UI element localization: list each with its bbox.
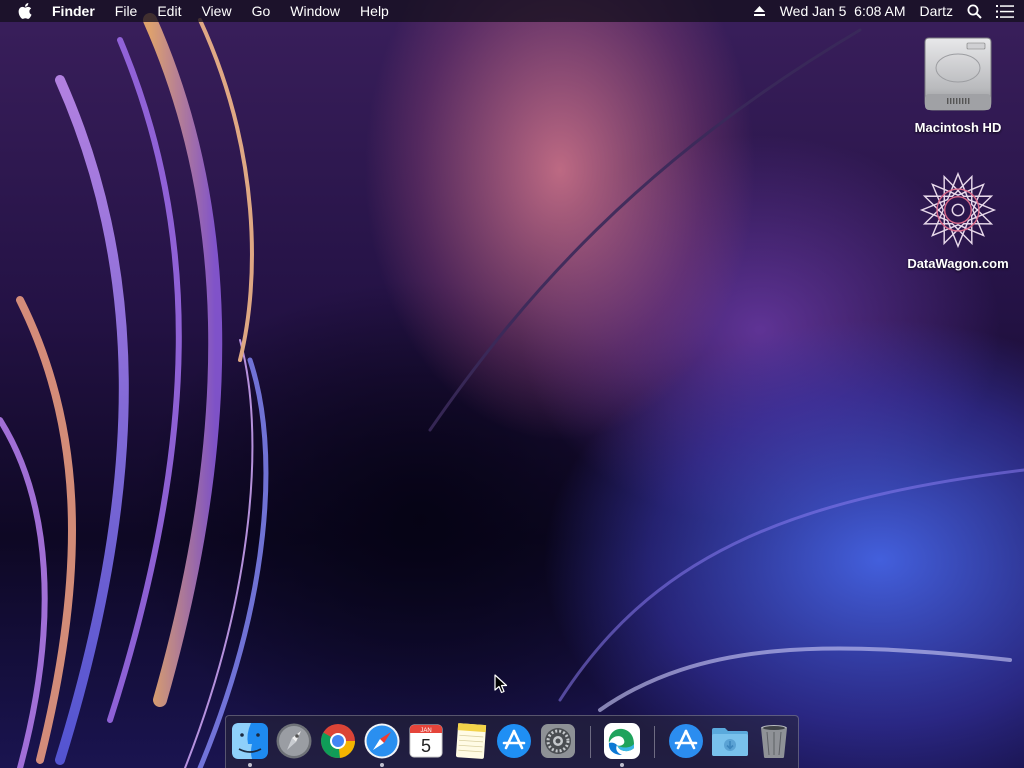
menu-help[interactable]: Help (360, 0, 389, 22)
app-store-icon (497, 724, 531, 758)
dock-item-safari[interactable] (362, 721, 402, 761)
eject-icon[interactable] (753, 5, 766, 17)
desktop-wallpaper (0, 0, 1024, 768)
calendar-day: 5 (421, 736, 431, 756)
datawagon-logo-icon (918, 168, 998, 252)
applications-folder-icon (669, 724, 703, 758)
dock-item-finder[interactable] (230, 721, 270, 761)
menu-window[interactable]: Window (290, 0, 340, 22)
menubar-clock[interactable]: Wed Jan 5 6:08 AM (780, 0, 906, 22)
dock-item-system-preferences[interactable] (538, 721, 578, 761)
menu-go[interactable]: Go (252, 0, 271, 22)
dock-item-app-store[interactable] (494, 721, 534, 761)
launchpad-icon (276, 723, 312, 759)
dock-running-indicator (620, 763, 624, 767)
dock: JAN 5 (225, 715, 799, 768)
menu-bar: Finder File Edit View Go Window Help Wed… (0, 0, 1024, 22)
desktop-icon-datawagon[interactable]: DataWagon.com (903, 168, 1013, 271)
menu-app-finder[interactable]: Finder (52, 0, 95, 22)
edge-icon (604, 723, 640, 759)
dock-item-launchpad[interactable] (274, 721, 314, 761)
mouse-cursor-icon (494, 674, 508, 699)
dock-separator (654, 726, 655, 758)
apple-icon[interactable] (18, 3, 32, 19)
safari-icon (364, 723, 400, 759)
dock-item-applications[interactable] (666, 721, 706, 761)
dock-item-edge[interactable] (602, 721, 642, 761)
dock-item-chrome[interactable] (318, 721, 358, 761)
trash-icon (761, 725, 787, 758)
desktop-icon-label: DataWagon.com (907, 256, 1009, 271)
control-center-icon[interactable] (996, 4, 1014, 18)
calendar-month: JAN (420, 728, 431, 734)
dock-separator (590, 726, 591, 758)
desktop-icon-label: Macintosh HD (914, 120, 1002, 135)
finder-icon (232, 723, 268, 759)
desktop-icon-macintosh-hd[interactable]: Macintosh HD (903, 32, 1013, 135)
menu-edit[interactable]: Edit (157, 0, 181, 22)
calendar-icon: JAN 5 (409, 724, 443, 758)
dock-item-calendar[interactable]: JAN 5 (406, 721, 446, 761)
chrome-icon (321, 724, 355, 758)
hard-drive-icon (918, 32, 998, 116)
dock-item-trash[interactable] (754, 721, 794, 761)
notes-icon (455, 723, 487, 759)
dock-running-indicator (248, 763, 252, 767)
menubar-user[interactable]: Dartz (920, 0, 953, 22)
menu-file[interactable]: File (115, 0, 138, 22)
downloads-folder-icon (712, 728, 748, 756)
dock-item-downloads[interactable] (710, 721, 750, 761)
dock-item-notes[interactable] (450, 721, 490, 761)
system-preferences-icon (541, 724, 575, 758)
spotlight-search-icon[interactable] (967, 4, 982, 19)
dock-running-indicator (380, 763, 384, 767)
menu-view[interactable]: View (201, 0, 231, 22)
wallpaper-swirls (0, 13, 1024, 768)
